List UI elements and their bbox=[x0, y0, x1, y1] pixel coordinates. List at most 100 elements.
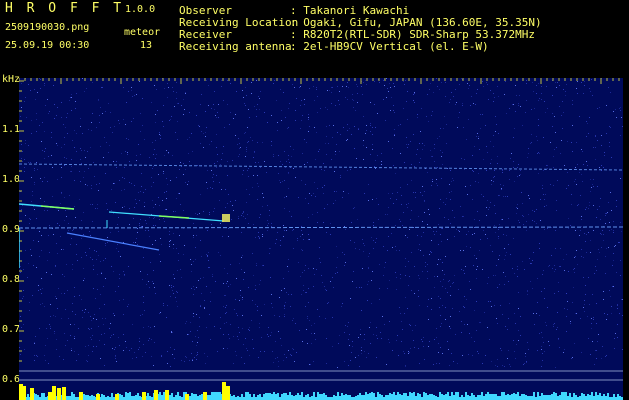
activity-column bbox=[601, 396, 603, 400]
activity-column bbox=[335, 396, 337, 400]
activity-column bbox=[149, 396, 151, 400]
activity-column bbox=[347, 395, 349, 400]
activity-column bbox=[477, 395, 479, 400]
activity-spike bbox=[96, 394, 100, 400]
activity-column bbox=[431, 394, 433, 400]
antenna-value: : 2el-HB9CV Vertical (el. E-W) bbox=[290, 40, 489, 53]
activity-column bbox=[343, 395, 345, 400]
activity-column bbox=[209, 395, 211, 400]
activity-column bbox=[415, 396, 417, 400]
version-label: 1.0.0 bbox=[125, 4, 156, 15]
activity-column bbox=[111, 393, 113, 400]
activity-column bbox=[139, 396, 141, 400]
activity-column bbox=[37, 395, 39, 400]
activity-column bbox=[445, 394, 447, 400]
activity-column bbox=[541, 393, 543, 400]
activity-column bbox=[121, 395, 123, 400]
activity-column bbox=[487, 392, 489, 400]
activity-column bbox=[67, 396, 69, 400]
activity-column bbox=[403, 393, 405, 400]
activity-column bbox=[433, 395, 435, 400]
activity-column bbox=[363, 395, 365, 400]
activity-spike bbox=[48, 392, 52, 400]
activity-column bbox=[553, 392, 555, 400]
activity-column bbox=[253, 394, 255, 400]
activity-column bbox=[485, 394, 487, 400]
activity-column bbox=[497, 396, 499, 400]
activity-column bbox=[195, 394, 197, 400]
activity-column bbox=[407, 396, 409, 400]
activity-column bbox=[491, 394, 493, 400]
meteor-count: 13 bbox=[140, 40, 153, 51]
meteor-head-echo bbox=[222, 214, 230, 222]
location-label: Receiving Location bbox=[179, 16, 299, 29]
activity-column bbox=[159, 392, 161, 400]
app-title: H R O F F T bbox=[5, 1, 125, 16]
antenna-label: Receiving antenna bbox=[179, 40, 292, 53]
activity-column bbox=[263, 394, 265, 400]
activity-column bbox=[297, 393, 299, 400]
activity-column bbox=[391, 394, 393, 400]
activity-column bbox=[573, 393, 575, 400]
activity-column bbox=[171, 393, 173, 400]
activity-column bbox=[301, 392, 303, 400]
activity-column bbox=[501, 392, 503, 400]
activity-column bbox=[127, 393, 129, 400]
activity-column bbox=[505, 395, 507, 400]
activity-column bbox=[405, 393, 407, 400]
activity-column bbox=[469, 396, 471, 400]
activity-column bbox=[425, 393, 427, 400]
activity-column bbox=[41, 393, 43, 400]
activity-column bbox=[219, 392, 221, 400]
activity-column bbox=[361, 395, 363, 400]
activity-column bbox=[385, 395, 387, 400]
meteor-label: meteor bbox=[124, 27, 161, 38]
activity-column bbox=[439, 392, 441, 400]
activity-column bbox=[277, 393, 279, 400]
activity-column bbox=[461, 395, 463, 400]
activity-column bbox=[549, 395, 551, 400]
freq-tick: 1.1 bbox=[2, 124, 21, 135]
activity-column bbox=[399, 394, 401, 400]
activity-column bbox=[511, 394, 513, 400]
activity-column bbox=[563, 392, 565, 400]
activity-column bbox=[595, 392, 597, 400]
activity-spike bbox=[165, 390, 169, 400]
activity-column bbox=[593, 396, 595, 400]
activity-column bbox=[73, 394, 75, 400]
receiver-label: Receiver bbox=[179, 28, 232, 41]
activity-column bbox=[101, 394, 103, 400]
activity-column bbox=[401, 395, 403, 400]
activity-column bbox=[575, 395, 577, 400]
activity-column bbox=[447, 392, 449, 400]
activity-column bbox=[397, 392, 399, 400]
activity-column bbox=[559, 395, 561, 400]
activity-column bbox=[591, 392, 593, 400]
activity-column bbox=[249, 394, 251, 400]
activity-column bbox=[529, 396, 531, 400]
activity-column bbox=[93, 396, 95, 400]
freq-tick: 0.9 bbox=[2, 224, 21, 235]
activity-column bbox=[561, 392, 563, 400]
activity-column bbox=[479, 395, 481, 400]
activity-column bbox=[207, 395, 209, 400]
activity-column bbox=[413, 392, 415, 400]
activity-column bbox=[603, 394, 605, 400]
activity-column bbox=[291, 395, 293, 400]
activity-column bbox=[311, 396, 313, 400]
activity-column bbox=[191, 393, 193, 400]
activity-column bbox=[579, 396, 581, 400]
activity-spike bbox=[22, 386, 26, 400]
activity-column bbox=[455, 392, 457, 400]
freq-tick: 0.8 bbox=[2, 274, 21, 285]
observer-label: Observer bbox=[179, 4, 232, 17]
activity-column bbox=[341, 393, 343, 400]
activity-column bbox=[199, 395, 201, 400]
activity-column bbox=[557, 396, 559, 400]
activity-column bbox=[217, 392, 219, 400]
activity-column bbox=[269, 393, 271, 400]
datetime-label: 25.09.19 00:30 bbox=[5, 40, 90, 51]
activity-column bbox=[293, 396, 295, 400]
activity-column bbox=[489, 394, 491, 400]
activity-column bbox=[429, 394, 431, 400]
